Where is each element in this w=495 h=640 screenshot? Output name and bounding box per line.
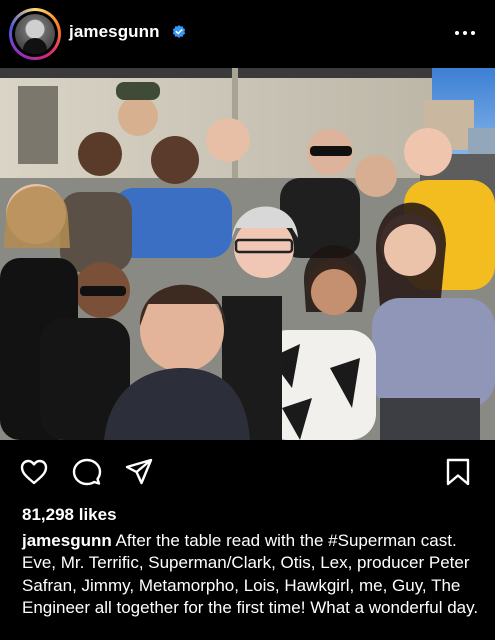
verified-badge-icon bbox=[172, 25, 186, 38]
person-cap bbox=[116, 82, 160, 100]
person-face bbox=[384, 224, 436, 276]
person-sunglasses bbox=[80, 286, 126, 296]
likes-count[interactable]: 81,298 likes bbox=[22, 505, 117, 525]
comment-icon[interactable] bbox=[72, 457, 102, 487]
avatar-frame bbox=[12, 11, 58, 57]
person-sweater-lavender bbox=[372, 298, 495, 408]
story-ring[interactable] bbox=[9, 8, 61, 60]
person-head bbox=[206, 118, 250, 162]
more-dot bbox=[471, 31, 475, 35]
post-actions bbox=[0, 440, 495, 500]
photo-roofline bbox=[0, 68, 432, 78]
more-options-icon[interactable] bbox=[453, 23, 477, 43]
post-caption: jamesgunn After the table read with the … bbox=[22, 530, 484, 619]
person-sunglasses bbox=[310, 146, 352, 156]
person-head bbox=[355, 155, 397, 197]
person-head bbox=[78, 132, 122, 176]
more-dot bbox=[463, 31, 467, 35]
avatar[interactable] bbox=[15, 14, 55, 54]
send-icon[interactable] bbox=[124, 457, 154, 487]
username-link[interactable]: jamesgunn bbox=[69, 22, 160, 42]
person-jacket bbox=[60, 192, 132, 272]
post-photo[interactable] bbox=[0, 68, 495, 440]
bookmark-icon[interactable] bbox=[443, 457, 473, 487]
group-selfie-photo bbox=[0, 68, 495, 440]
caption-username[interactable]: jamesgunn bbox=[22, 531, 112, 550]
person-head bbox=[118, 96, 158, 136]
person-face bbox=[311, 269, 357, 315]
person-head bbox=[151, 136, 199, 184]
more-dot bbox=[455, 31, 459, 35]
heart-icon[interactable] bbox=[19, 457, 49, 487]
avatar-figure bbox=[23, 38, 47, 54]
post-header: jamesgunn bbox=[0, 0, 495, 68]
person-head bbox=[404, 128, 452, 176]
photo-garage-door bbox=[18, 86, 58, 164]
person-jeans bbox=[380, 398, 480, 440]
